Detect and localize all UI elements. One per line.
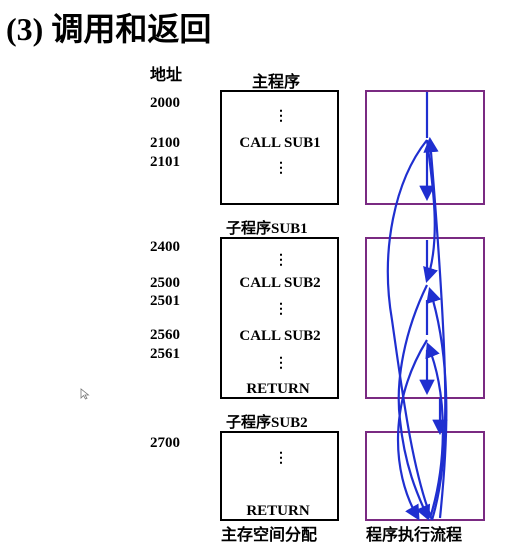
sub1-dots-3: ⋮ (274, 356, 288, 371)
sub2-dots: ⋮ (274, 451, 288, 466)
address-2501: 2501 (150, 293, 180, 309)
call-return-diagram: 地址 2000 2100 2101 2400 2500 2501 2560 25… (150, 65, 485, 544)
sub1-label: 子程序SUB1 (226, 219, 308, 237)
address-2560: 2560 (150, 327, 180, 343)
sub1-dots-1: ⋮ (274, 253, 288, 268)
sub1-return: RETURN (246, 381, 310, 397)
flow-box-sub2 (365, 431, 485, 521)
sub1-dots-2: ⋮ (274, 302, 288, 317)
flow-arrows (386, 92, 448, 521)
address-2100: 2100 (150, 135, 180, 151)
main-dots-1: ⋮ (274, 109, 288, 124)
main-call-sub1: CALL SUB1 (239, 135, 320, 151)
main-program-label: 主程序 (252, 72, 300, 91)
address-2101: 2101 (150, 154, 180, 170)
flow-box-sub1 (365, 237, 485, 399)
flow-box-main (365, 90, 485, 205)
main-dots-2: ⋮ (274, 161, 288, 176)
sub2-return: RETURN (246, 503, 310, 519)
address-2700: 2700 (150, 435, 180, 451)
footer-memory-allocation: 主存空间分配 (221, 525, 317, 544)
mouse-cursor-icon (80, 388, 90, 400)
address-2000: 2000 (150, 95, 180, 111)
address-2400: 2400 (150, 239, 180, 255)
sub1-call-sub2-a: CALL SUB2 (239, 275, 320, 291)
address-2500: 2500 (150, 275, 180, 291)
sub1-call-sub2-b: CALL SUB2 (239, 328, 320, 344)
address-2561: 2561 (150, 346, 180, 362)
flow-return-to-main (423, 136, 447, 521)
sub2-label: 子程序SUB2 (226, 413, 308, 431)
footer-execution-flow: 程序执行流程 (366, 525, 462, 544)
address-header: 地址 (150, 65, 182, 84)
